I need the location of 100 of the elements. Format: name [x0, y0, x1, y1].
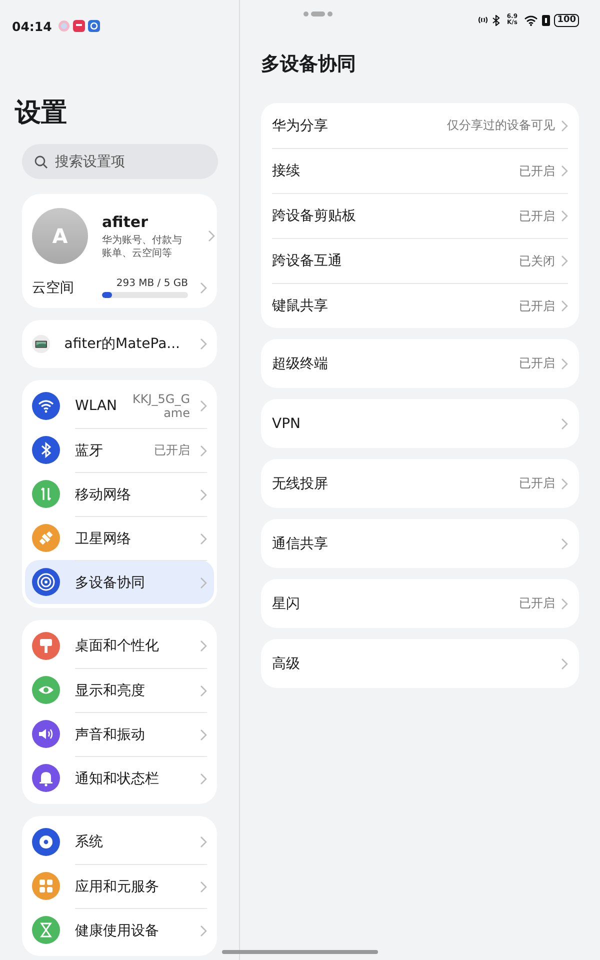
chevron-icon: [200, 400, 207, 412]
chevron-icon: [561, 538, 568, 550]
chevron-icon: [561, 418, 568, 430]
settings-item[interactable]: 超级终端 已开启: [272, 339, 568, 388]
item-label: 蓝牙: [75, 442, 104, 460]
chevron-icon: [561, 358, 568, 370]
item-value: 已开启: [154, 442, 190, 459]
chevron-icon: [561, 165, 568, 177]
settings-item[interactable]: 华为分享 仅分享过的设备可见: [272, 103, 568, 148]
chevron-icon: [200, 532, 207, 544]
wifi-icon: [524, 14, 538, 26]
item-label: 桌面和个性化: [75, 637, 160, 655]
settings-item[interactable]: 星闪 已开启: [272, 579, 568, 628]
settings-item[interactable]: 无线投屏 已开启: [272, 459, 568, 508]
detail-title: 多设备协同: [261, 52, 357, 77]
item-label: 多设备协同: [75, 574, 146, 592]
item-label: 超级终端: [272, 354, 329, 372]
settings-item[interactable]: 通信共享: [272, 519, 568, 568]
account-card[interactable]: A afiter 华为账号、付款与账单、云空间等 云空间 293 MB / 5 GB: [22, 194, 217, 308]
item-label: 通知和状态栏: [75, 770, 160, 788]
battery-indicator: 100: [554, 14, 579, 26]
item-value: 已开启: [519, 595, 555, 612]
item-label: 移动网络: [75, 486, 132, 504]
item-value: 仅分享过的设备可见: [447, 117, 555, 134]
chevron-icon: [561, 598, 568, 610]
chevron-icon: [200, 684, 207, 696]
item-label: 无线投屏: [272, 474, 329, 492]
item-label: 系统: [75, 833, 104, 851]
chevron-icon: [561, 255, 568, 267]
chevron-icon: [200, 836, 207, 848]
account-name: afiter: [102, 212, 149, 230]
settings-item[interactable]: 应用和元服务: [25, 864, 214, 908]
item-label: 通信共享: [272, 534, 329, 552]
sim-icon: [542, 14, 550, 26]
item-value: 已开启: [519, 298, 555, 314]
item-value: 已开启: [519, 355, 555, 372]
item-value: KKJ_5G_Game: [132, 392, 190, 420]
item-label: 高级: [272, 654, 301, 672]
avatar: A: [32, 208, 88, 264]
item-label: 应用和元服务: [75, 878, 160, 896]
app-icon: [58, 20, 70, 32]
window-handle-icon: [303, 11, 333, 17]
chevron-icon: [208, 230, 215, 242]
chevron-icon: [561, 210, 568, 222]
settings-item[interactable]: 显示和亮度: [25, 668, 214, 712]
settings-item[interactable]: 健康使用设备: [25, 908, 214, 952]
item-value: 已关闭: [519, 252, 555, 270]
bag-icon: [72, 20, 85, 32]
item-label: 健康使用设备: [75, 922, 160, 940]
chevron-icon: [200, 576, 207, 588]
item-label: 华为分享: [272, 116, 329, 134]
chevron-icon: [200, 880, 207, 892]
chevron-icon: [200, 282, 207, 294]
settings-item[interactable]: VPN: [272, 399, 568, 448]
settings-item[interactable]: 跨设备剪贴板 已开启: [272, 193, 568, 238]
settings-item[interactable]: 声音和振动: [25, 712, 214, 756]
settings-item[interactable]: 高级: [272, 639, 568, 688]
home-indicator[interactable]: [222, 950, 378, 954]
chevron-icon: [200, 444, 207, 456]
settings-item[interactable]: 多设备协同: [25, 560, 214, 604]
settings-item[interactable]: 键鼠共享 已开启: [272, 283, 568, 328]
settings-item[interactable]: 系统: [25, 820, 214, 864]
chevron-icon: [200, 772, 207, 784]
item-label: 声音和振动: [75, 726, 146, 744]
settings-item[interactable]: WLAN KKJ_5G_Game: [25, 384, 214, 428]
item-label: WLAN: [75, 398, 118, 414]
storage-label: 云空间: [32, 279, 75, 297]
chevron-icon: [561, 300, 568, 312]
bluetooth-icon: [492, 14, 500, 26]
item-label: 星闪: [272, 594, 301, 612]
chevron-icon: [561, 658, 568, 670]
settings-item[interactable]: 移动网络: [25, 472, 214, 516]
search-field[interactable]: 搜索设置项: [22, 144, 218, 179]
page-title: 设置: [15, 97, 68, 130]
settings-item[interactable]: 蓝牙 已开启: [25, 428, 214, 472]
item-label: 键鼠共享: [272, 297, 329, 315]
item-value: 已开启: [519, 475, 555, 492]
settings-item[interactable]: 跨设备互通 已关闭: [272, 238, 568, 283]
device-card[interactable]: afiter的MatePa...: [22, 320, 217, 368]
account-subtitle: 华为账号、付款与账单、云空间等: [102, 234, 183, 260]
chevron-icon: [200, 338, 207, 350]
chevron-icon: [200, 640, 207, 652]
chevron-icon: [200, 728, 207, 740]
item-label: 接续: [272, 162, 301, 180]
device-name: afiter的MatePa...: [64, 335, 180, 353]
item-value: 已开启: [519, 208, 555, 224]
settings-item[interactable]: 通知和状态栏: [25, 756, 214, 800]
storage-text: 293 MB / 5 GB: [116, 278, 188, 289]
settings-item[interactable]: 桌面和个性化: [25, 624, 214, 668]
item-label: 跨设备互通: [272, 252, 343, 270]
chevron-icon: [561, 478, 568, 490]
item-label: 跨设备剪贴板: [272, 207, 357, 225]
item-label: 卫星网络: [75, 530, 132, 548]
item-label: VPN: [272, 416, 302, 432]
chevron-icon: [200, 488, 207, 500]
nfc-icon: [478, 15, 488, 25]
item-value: 已开启: [519, 162, 555, 180]
item-label: 显示和亮度: [75, 682, 146, 700]
settings-item[interactable]: 接续 已开启: [272, 148, 568, 193]
status-time: 04:14: [12, 18, 52, 34]
